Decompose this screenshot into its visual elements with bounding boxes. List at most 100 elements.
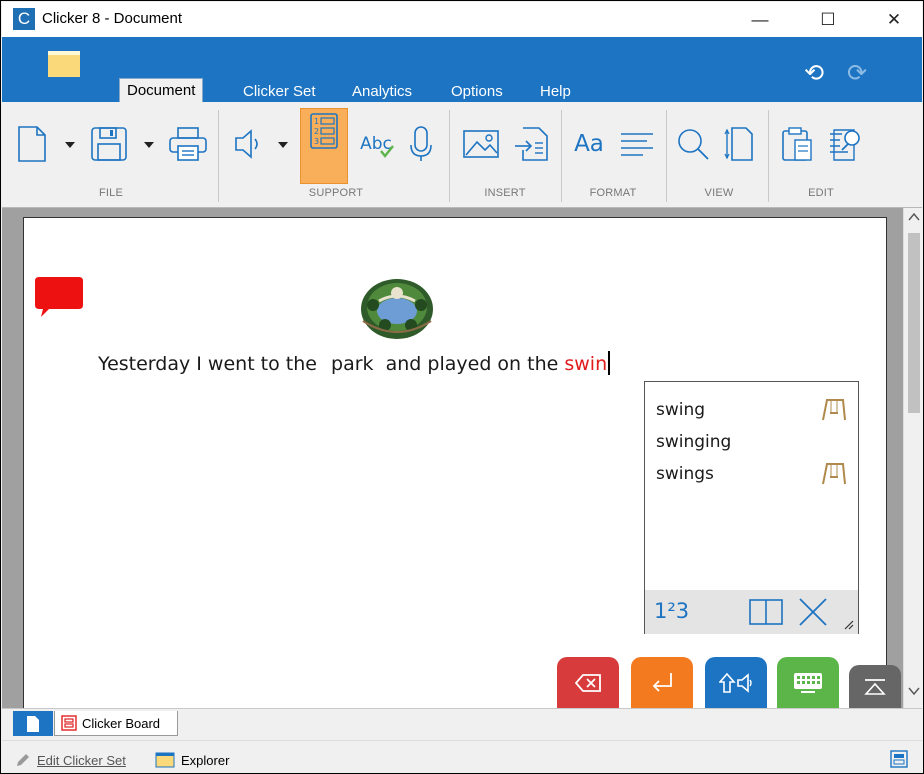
group-label-insert: INSERT (484, 187, 526, 199)
document-text[interactable]: Yesterday I went to the park and played … (98, 351, 611, 375)
tab-analytics[interactable]: Analytics (352, 83, 412, 103)
clicker-window: C Clicker 8 - Document — ☐ ✕ Document Cl… (0, 0, 924, 774)
prediction-item[interactable]: swinging (656, 432, 731, 452)
page-size-button[interactable] (718, 124, 760, 164)
document-page-tab[interactable] (13, 711, 53, 736)
backspace-icon (574, 673, 601, 692)
maximize-button[interactable]: ☐ (800, 2, 856, 37)
save-button[interactable] (86, 124, 132, 164)
clicker-board-tab[interactable]: Clicker Board (54, 711, 178, 736)
dock-panel-icon[interactable] (749, 598, 783, 626)
word-predictor-icon: 123 (310, 113, 338, 149)
checkmark-icon (379, 145, 394, 158)
svg-text:1: 1 (314, 117, 319, 126)
shift-speak-button[interactable] (705, 657, 767, 708)
park-word: park (331, 353, 374, 375)
group-label-format: FORMAT (589, 187, 637, 199)
microphone-icon (410, 126, 432, 161)
speech-button[interactable] (230, 124, 266, 164)
find-document-icon (830, 129, 860, 161)
ribbon-separator (218, 110, 219, 202)
insert-picture-button[interactable] (459, 124, 503, 164)
undo-icon[interactable]: ⟲ (804, 59, 824, 88)
paste-button[interactable] (777, 124, 817, 164)
new-document-dropdown[interactable] (65, 142, 75, 148)
paragraph-button[interactable] (615, 124, 659, 164)
keyboard-button[interactable] (777, 657, 839, 708)
numbers-button[interactable]: 1²3 (654, 599, 689, 623)
ribbon-tab-bar: Document Clicker Set Analytics Options H… (2, 37, 922, 103)
collapse-board-button[interactable] (849, 665, 901, 708)
new-document-icon (18, 126, 46, 162)
ribbon-separator (561, 110, 562, 202)
delete-key-button[interactable] (557, 657, 619, 708)
svg-text:3: 3 (314, 137, 319, 146)
svg-text:2: 2 (314, 127, 319, 136)
save-dropdown[interactable] (144, 142, 154, 148)
ribbon-separator (768, 110, 769, 202)
page-size-icon (724, 127, 753, 161)
tab-options[interactable]: Options (451, 83, 503, 103)
speech-dropdown[interactable] (278, 142, 288, 148)
text-cursor (608, 351, 611, 375)
insert-file-button[interactable] (509, 124, 553, 164)
find-button[interactable] (824, 124, 868, 164)
settings-board-icon[interactable] (890, 750, 908, 768)
explorer-link[interactable]: Explorer (155, 752, 229, 768)
edit-clicker-set-link[interactable]: Edit Clicker Set (15, 752, 126, 768)
status-bar: Edit Clicker Set Explorer (2, 740, 922, 773)
prediction-item[interactable]: swings (656, 464, 714, 484)
ribbon-separator (449, 110, 450, 202)
new-document-button[interactable] (12, 124, 52, 164)
speech-bubble-icon[interactable] (35, 277, 83, 317)
insert-file-icon (515, 127, 548, 161)
redo-icon[interactable]: ⟳ (847, 59, 867, 88)
clicker-board-tab-label: Clicker Board (82, 715, 161, 731)
minimize-button[interactable]: — (732, 2, 788, 37)
predictor-button[interactable]: 123 (300, 108, 348, 184)
resize-grip-icon[interactable] (844, 620, 854, 630)
scroll-down-icon[interactable] (908, 686, 920, 696)
print-button[interactable] (165, 124, 211, 164)
tab-help[interactable]: Help (540, 83, 571, 103)
group-label-view: VIEW (704, 187, 734, 199)
tab-clicker-set[interactable]: Clicker Set (243, 83, 316, 103)
align-left-icon (621, 133, 653, 156)
tab-document[interactable]: Document (119, 78, 204, 103)
explorer-folder-icon (155, 752, 175, 768)
vertical-scrollbar[interactable] (903, 208, 923, 708)
spell-check-button[interactable]: Abc (355, 124, 399, 164)
scroll-up-icon[interactable] (908, 212, 920, 222)
shift-speak-icon (719, 672, 752, 693)
group-label-file: FILE (98, 187, 124, 199)
scrollbar-thumb[interactable] (908, 233, 920, 413)
title-bar: C Clicker 8 - Document — ☐ ✕ (2, 2, 922, 37)
close-panel-icon[interactable] (798, 597, 828, 627)
window-title: Clicker 8 - Document (42, 10, 183, 27)
picture-icon (463, 130, 499, 158)
group-label-edit: EDIT (808, 187, 834, 199)
close-button[interactable]: ✕ (866, 2, 922, 37)
folder-icon[interactable] (48, 51, 80, 77)
swing-icon (822, 463, 846, 485)
swing-icon (822, 399, 846, 421)
bottom-tab-strip: Clicker Board (2, 708, 922, 740)
prediction-item[interactable]: swing (656, 400, 705, 420)
pencil-icon (17, 754, 29, 766)
enter-icon (652, 672, 672, 692)
text-segment: Yesterday I went to the (98, 353, 324, 375)
text-segment: and played on the (373, 353, 565, 375)
edit-clicker-set-label: Edit Clicker Set (37, 752, 126, 768)
clicker-board-icon (61, 715, 77, 731)
keyboard-icon (794, 672, 822, 693)
printer-icon (169, 127, 207, 161)
zoom-button[interactable] (672, 124, 714, 164)
word-prediction-panel: swing swinging swings 1²3 (644, 381, 859, 634)
enter-key-button[interactable] (631, 657, 693, 708)
explorer-label: Explorer (181, 752, 230, 768)
font-button[interactable]: Aa (568, 124, 610, 164)
dictation-button[interactable] (404, 124, 438, 164)
page-icon (27, 715, 39, 732)
park-picture-icon[interactable] (359, 271, 435, 341)
font-label: Aa (574, 131, 604, 157)
